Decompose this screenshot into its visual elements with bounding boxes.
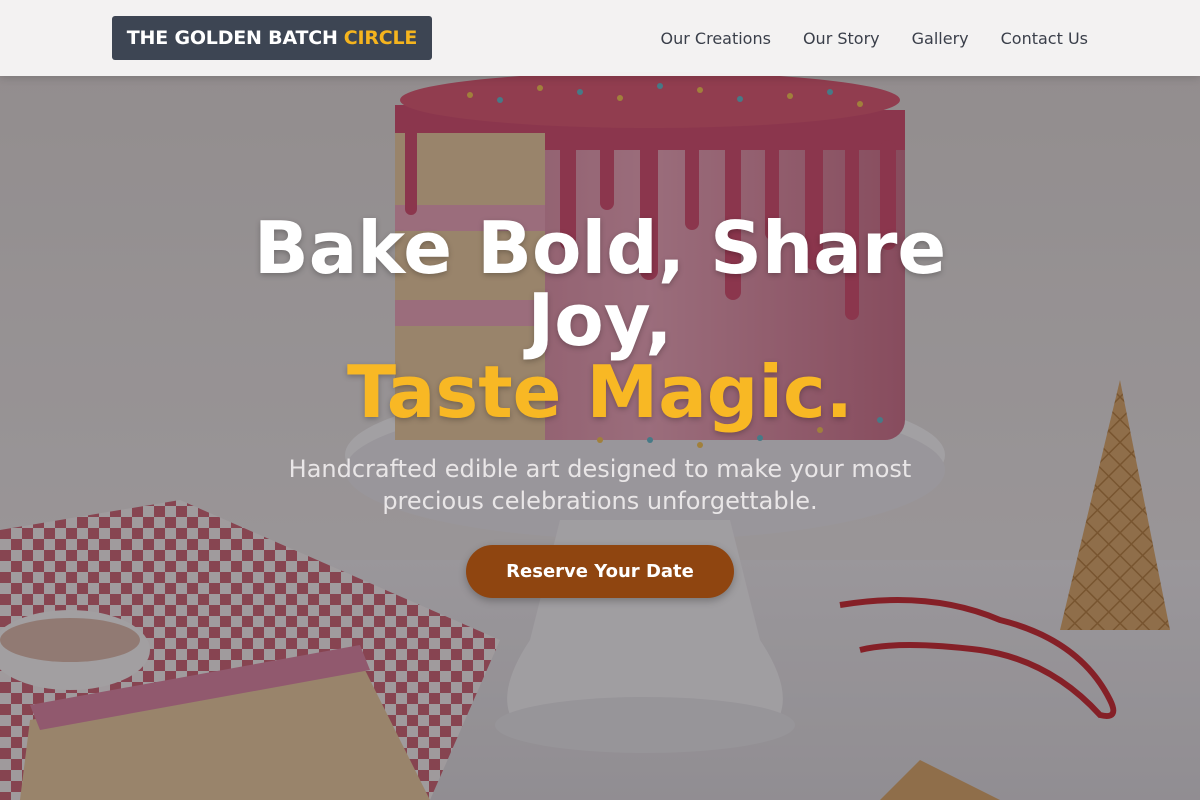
hero-section: Bake Bold, Share Joy, Taste Magic. Handc… (0, 0, 1200, 800)
hero-subtitle: Handcrafted edible art designed to make … (288, 455, 912, 515)
brand-logo[interactable]: THE GOLDEN BATCH CIRCLE (112, 16, 432, 60)
nav-link-our-creations[interactable]: Our Creations (661, 29, 771, 48)
nav-link-gallery[interactable]: Gallery (912, 29, 969, 48)
brand-name-main: THE GOLDEN BATCH (126, 27, 338, 49)
brand-name-accent: CIRCLE (343, 27, 418, 49)
site-header: THE GOLDEN BATCH CIRCLE Our Creations Ou… (0, 0, 1200, 76)
reserve-date-button[interactable]: Reserve Your Date (466, 545, 734, 598)
nav-link-our-story[interactable]: Our Story (803, 29, 880, 48)
hero-title-line-2: Taste Magic. (346, 350, 854, 434)
main-nav: Our Creations Our Story Gallery Contact … (661, 0, 1088, 76)
nav-link-contact-us[interactable]: Contact Us (1001, 29, 1088, 48)
hero-title: Bake Bold, Share Joy, Taste Magic. (230, 212, 970, 428)
hero-title-line-1: Bake Bold, Share Joy, (253, 206, 947, 362)
